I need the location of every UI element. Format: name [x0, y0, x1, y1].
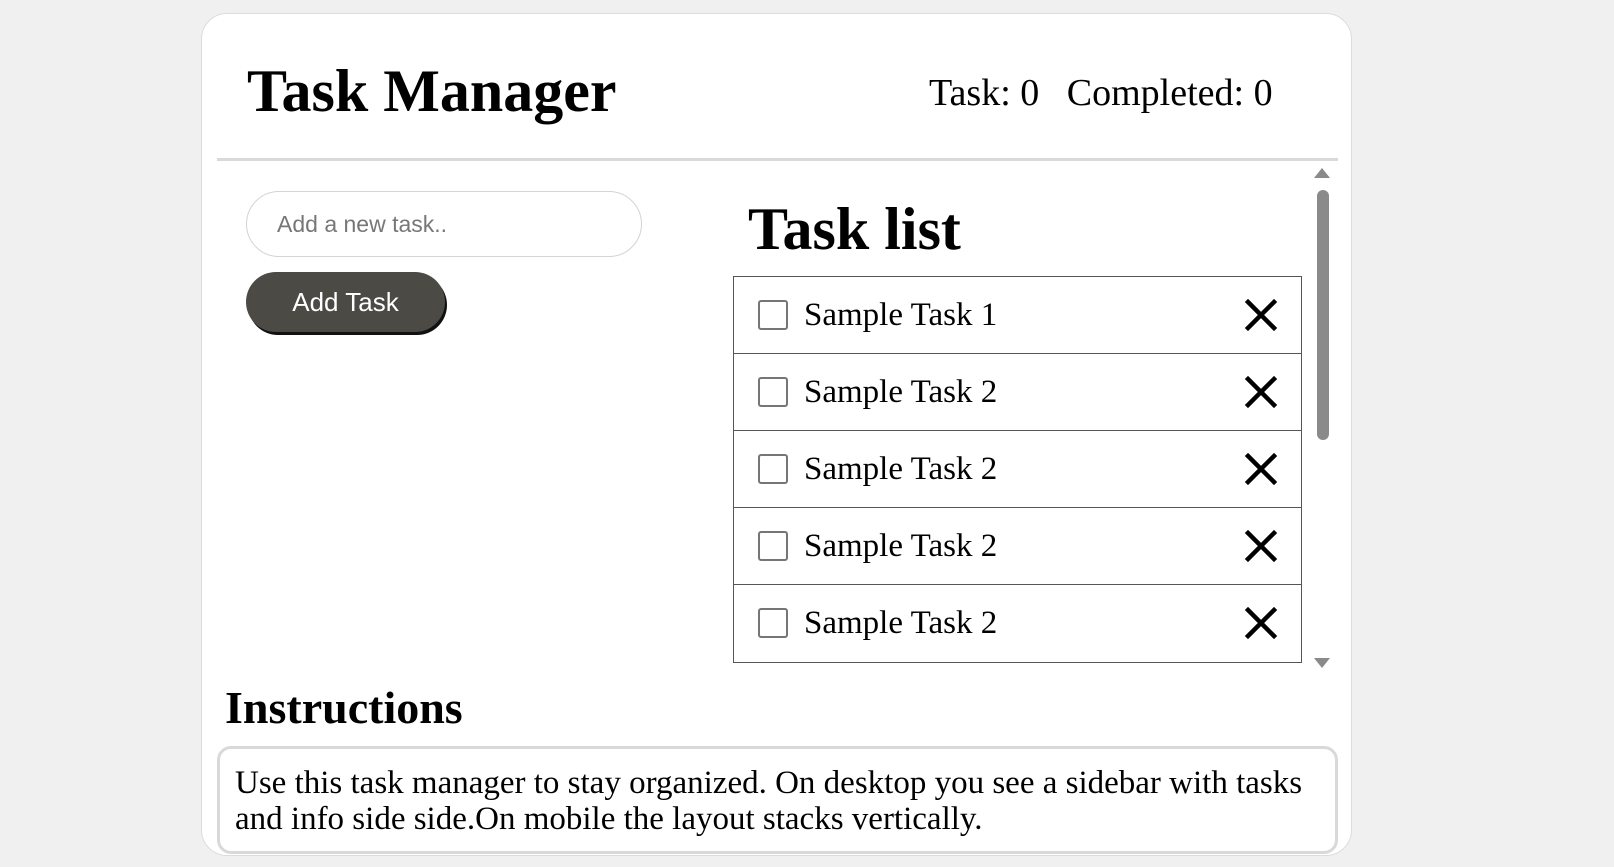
scroll-down-arrow[interactable] [1314, 658, 1330, 668]
scroll-up-arrow[interactable] [1314, 168, 1330, 178]
scrollbar-thumb[interactable] [1317, 190, 1329, 440]
task-item: Sample Task 2 [734, 354, 1301, 431]
close-icon[interactable] [1244, 298, 1278, 332]
task-checkbox[interactable] [758, 608, 788, 638]
close-icon[interactable] [1244, 529, 1278, 563]
close-icon[interactable] [1244, 452, 1278, 486]
task-stats: Task: 0 Completed: 0 [929, 71, 1273, 115]
header-divider [217, 158, 1338, 161]
task-label: Sample Task 2 [804, 605, 998, 641]
task-label: Sample Task 1 [804, 297, 998, 333]
task-item: Sample Task 1 [734, 277, 1301, 354]
app-title: Task Manager [247, 58, 617, 124]
new-task-input[interactable] [246, 191, 642, 257]
task-checkbox[interactable] [758, 531, 788, 561]
task-item: Sample Task 2 [734, 508, 1301, 585]
task-checkbox[interactable] [758, 454, 788, 484]
task-list-heading: Task list [748, 196, 961, 262]
instructions-heading: Instructions [225, 682, 463, 733]
instructions-text: Use this task manager to stay organized.… [217, 746, 1338, 854]
task-list: Sample Task 1 Sample Task 2 Sample Task … [733, 276, 1302, 663]
task-count: Task: 0 [929, 72, 1040, 114]
task-item: Sample Task 2 [734, 585, 1301, 662]
task-label: Sample Task 2 [804, 374, 998, 410]
close-icon[interactable] [1244, 375, 1278, 409]
task-item: Sample Task 2 [734, 431, 1301, 508]
close-icon[interactable] [1244, 606, 1278, 640]
task-checkbox[interactable] [758, 300, 788, 330]
add-task-button[interactable]: Add Task [246, 272, 445, 332]
task-checkbox[interactable] [758, 377, 788, 407]
task-manager-card: Task Manager Task: 0 Completed: 0 Add Ta… [201, 13, 1352, 856]
completed-count: Completed: 0 [1066, 72, 1273, 114]
task-label: Sample Task 2 [804, 451, 998, 487]
task-label: Sample Task 2 [804, 528, 998, 564]
